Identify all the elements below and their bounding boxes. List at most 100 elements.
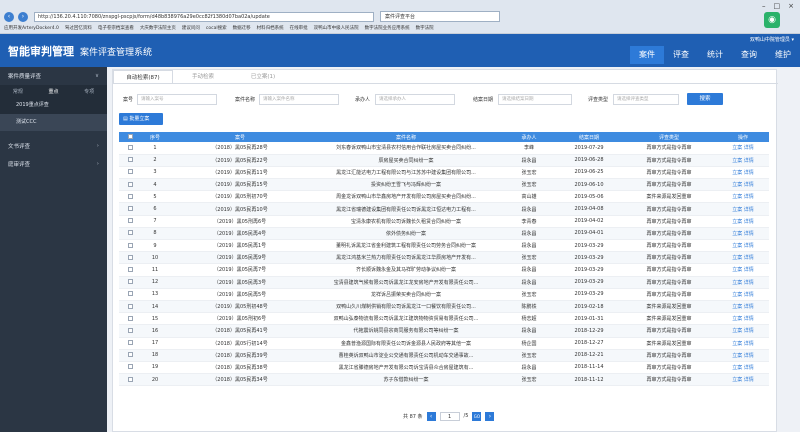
checkbox-icon[interactable] — [127, 242, 133, 248]
checkbox-icon[interactable] — [127, 230, 133, 236]
file-case-link[interactable]: 立案 — [732, 231, 742, 237]
detail-link[interactable]: 详情 — [744, 194, 754, 200]
nav-item[interactable]: 评查 — [664, 46, 698, 64]
file-case-link[interactable]: 立案 — [732, 377, 742, 383]
checkbox-icon[interactable] — [127, 254, 133, 260]
bookmark-item[interactable]: cocal搜索 — [206, 25, 227, 31]
row-checkbox-cell[interactable] — [119, 263, 141, 277]
tab-manual-search[interactable]: 手动检索 — [173, 70, 233, 83]
tab-special[interactable]: 专项 — [71, 88, 107, 95]
checkbox-icon[interactable] — [127, 266, 133, 272]
sidebar-item-quality[interactable]: 案件质量评查 ∨ — [0, 67, 107, 85]
detail-link[interactable]: 详情 — [744, 304, 754, 310]
detail-link[interactable]: 详情 — [744, 377, 754, 383]
file-case-link[interactable]: 立案 — [732, 170, 742, 176]
sidebar-item-hearing[interactable]: 庭审评查 › — [0, 155, 107, 173]
row-checkbox-cell[interactable] — [119, 178, 141, 192]
file-case-link[interactable]: 立案 — [732, 353, 742, 359]
detail-link[interactable]: 详情 — [744, 316, 754, 322]
detail-link[interactable]: 详情 — [744, 292, 754, 298]
checkbox-icon[interactable] — [127, 169, 133, 175]
checkbox-icon[interactable] — [127, 327, 133, 333]
detail-link[interactable]: 详情 — [744, 219, 754, 225]
row-checkbox-cell[interactable] — [119, 324, 141, 338]
checkbox-icon[interactable] — [127, 364, 133, 370]
row-checkbox-cell[interactable] — [119, 227, 141, 241]
go-button[interactable]: GO — [472, 411, 482, 421]
row-checkbox-cell[interactable] — [119, 251, 141, 265]
row-checkbox-cell[interactable] — [119, 239, 141, 253]
file-case-link[interactable]: 立案 — [732, 328, 742, 334]
detail-link[interactable]: 详情 — [744, 280, 754, 286]
type-select[interactable]: 请选择评查类型 — [613, 94, 679, 105]
row-checkbox-cell[interactable] — [119, 202, 141, 216]
row-checkbox-cell[interactable] — [119, 361, 141, 375]
checkbox-icon[interactable] — [127, 181, 133, 187]
checkbox-icon[interactable] — [127, 206, 133, 212]
detail-link[interactable]: 详情 — [744, 267, 754, 273]
checkbox-icon[interactable] — [127, 303, 133, 309]
bookmark-item[interactable]: 大庆数字法院主页 — [140, 25, 176, 31]
search-button[interactable]: 搜索 — [687, 93, 723, 105]
file-case-link[interactable]: 立案 — [732, 316, 742, 322]
sidebar-subitem-test[interactable]: 测试CCC — [0, 114, 107, 131]
row-checkbox-cell[interactable] — [119, 337, 141, 350]
row-checkbox-cell[interactable] — [119, 288, 141, 301]
case-name-input[interactable]: 请输入案件名称 — [259, 94, 339, 105]
maximize-icon[interactable]: □ — [774, 2, 781, 10]
back-icon[interactable]: ‹ — [4, 11, 14, 22]
checkbox-icon[interactable] — [127, 376, 133, 382]
nav-item[interactable]: 查询 — [732, 46, 766, 64]
detail-link[interactable]: 详情 — [744, 231, 754, 237]
checkbox-icon[interactable] — [127, 279, 133, 285]
row-checkbox-cell[interactable] — [119, 215, 141, 228]
detail-link[interactable]: 详情 — [744, 170, 754, 176]
row-checkbox-cell[interactable] — [119, 276, 141, 289]
nav-item[interactable]: 统计 — [698, 46, 732, 64]
tab-regular[interactable]: 常规 — [0, 88, 36, 95]
checkbox-icon[interactable] — [127, 218, 133, 224]
bookmark-item[interactable]: 数字法院业务应用系统 — [365, 25, 410, 31]
file-case-link[interactable]: 立案 — [732, 194, 742, 200]
bookmark-item[interactable]: 材料归档系统 — [257, 25, 284, 31]
next-page-icon[interactable]: › — [485, 411, 495, 421]
bookmark-item[interactable]: 电子卷宗档案查看 — [98, 25, 134, 31]
file-case-link[interactable]: 立案 — [732, 255, 742, 261]
file-case-link[interactable]: 立案 — [732, 365, 742, 371]
checkbox-icon[interactable] — [127, 352, 133, 358]
bookmark-item[interactable]: 数字法院 — [416, 25, 434, 31]
wechat-icon[interactable]: ◉ — [764, 12, 780, 28]
close-icon[interactable]: × — [788, 2, 794, 10]
file-case-link[interactable]: 立案 — [732, 219, 742, 225]
row-checkbox-cell[interactable] — [119, 190, 141, 204]
window-controls[interactable]: – □ × — [762, 2, 794, 10]
judge-select[interactable]: 请选择承办人 — [375, 94, 455, 105]
row-checkbox-cell[interactable] — [119, 154, 141, 167]
prev-page-icon[interactable]: ‹ — [426, 411, 436, 421]
detail-link[interactable]: 详情 — [744, 182, 754, 188]
forward-icon[interactable]: › — [18, 11, 28, 22]
detail-link[interactable]: 详情 — [744, 207, 754, 213]
nav-item[interactable]: 维护 — [766, 46, 800, 64]
user-menu[interactable]: 双鸭山中院管理员 ▾ — [750, 36, 794, 43]
page-input[interactable]: 1 — [439, 411, 460, 421]
nav-item[interactable]: 案件 — [630, 46, 664, 64]
browser-tab[interactable]: 案件评查平台 — [380, 11, 500, 22]
row-checkbox-cell[interactable] — [119, 373, 141, 387]
bookmark-item[interactable]: 在线审批 — [290, 25, 308, 31]
checkbox-icon[interactable] — [127, 340, 133, 346]
checkbox-icon[interactable] — [127, 315, 133, 321]
file-case-link[interactable]: 立案 — [732, 341, 742, 347]
file-case-link[interactable]: 立案 — [732, 292, 742, 298]
file-case-link[interactable]: 立案 — [732, 158, 742, 164]
detail-link[interactable]: 详情 — [744, 255, 754, 261]
checkbox-icon[interactable] — [127, 134, 133, 139]
bookmark-item[interactable]: 双鸭山市中级人民法院 — [314, 25, 359, 31]
detail-link[interactable]: 详情 — [744, 353, 754, 359]
detail-link[interactable]: 详情 — [744, 243, 754, 249]
minimize-icon[interactable]: – — [762, 2, 766, 10]
bookmark-item[interactable]: 应用开发ArteryDocker4.0 — [4, 25, 59, 31]
batch-file-button[interactable]: ▤ 批量立案 — [119, 113, 163, 125]
bookmark-item[interactable]: 建议问问 — [182, 25, 200, 31]
sidebar-item-document[interactable]: 文书评查 › — [0, 137, 107, 155]
